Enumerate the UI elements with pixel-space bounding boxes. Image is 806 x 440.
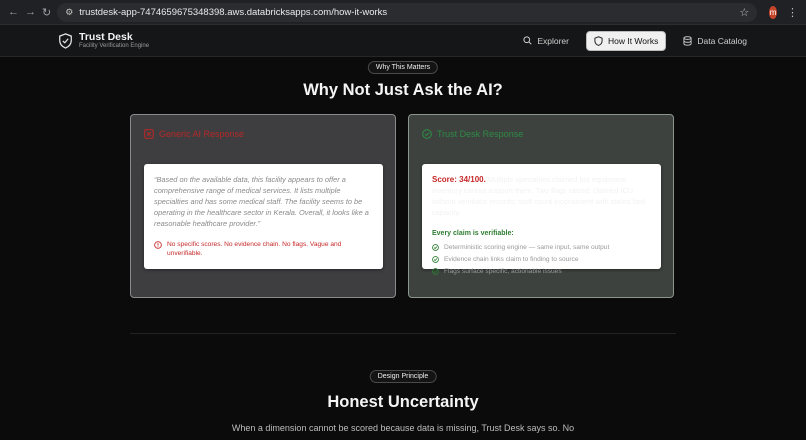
check-text: Deterministic scoring engine — same inpu…: [444, 243, 610, 251]
search-icon: [523, 36, 532, 45]
verifiable-list: Deterministic scoring engine — same inpu…: [432, 241, 609, 277]
check-circle-icon: [422, 129, 432, 139]
check-circle-icon: [432, 243, 439, 251]
main-content: Why This Matters Why Not Just Ask the AI…: [0, 57, 806, 440]
database-icon: [683, 35, 692, 46]
section-heading-honest: Honest Uncertainty: [327, 393, 479, 411]
shield-check-logo-icon: [59, 32, 72, 49]
app-title: Trust Desk: [79, 30, 133, 43]
trust-desk-score: Score: 34/100.: [432, 175, 486, 184]
profile-avatar[interactable]: m: [769, 5, 777, 19]
list-item: Evidence chain links claim to finding to…: [432, 253, 609, 265]
bookmark-star-icon[interactable]: ☆: [739, 6, 749, 19]
section-heading-why: Why Not Just Ask the AI?: [303, 81, 503, 99]
site-info-icon[interactable]: ⚙: [65, 7, 73, 18]
check-circle-icon: [432, 255, 439, 263]
generic-ai-warning-text: No specific scores. No evidence chain. N…: [167, 241, 342, 257]
generic-ai-warning: No specific scores. No evidence chain. N…: [154, 240, 374, 258]
honest-uncertainty-paragraph: When a dimension cannot be scored becaus…: [231, 423, 575, 433]
nav-explorer[interactable]: Explorer: [516, 32, 576, 50]
trust-desk-card-title: Trust Desk Response: [437, 129, 524, 139]
trust-desk-response-box: Score: 34/100. Multiple specialties clai…: [422, 164, 661, 275]
trust-desk-card: Trust Desk Response Score: 34/100. Multi…: [408, 114, 674, 298]
nav-data-catalog-label: Data Catalog: [697, 35, 747, 46]
alert-circle-icon: [154, 241, 162, 249]
browser-menu-icon[interactable]: ⋮: [787, 6, 798, 19]
list-item: Deterministic scoring engine — same inpu…: [432, 241, 609, 253]
verifiable-title: Every claim is verifiable:: [432, 230, 514, 237]
url-text[interactable]: trustdesk-app-7474659675348398.aws.datab…: [79, 7, 387, 18]
x-box-icon: [144, 129, 154, 139]
generic-ai-card: Generic AI Response “Based on the availa…: [130, 114, 396, 298]
app-header: Trust Desk Facility Verification Engine …: [0, 25, 806, 57]
trust-desk-card-header: Trust Desk Response: [422, 129, 523, 139]
app-tagline: Facility Verification Engine: [79, 42, 150, 49]
main-nav: Explorer How It Works Data Catalog: [516, 30, 754, 51]
section-pill-design: Design Principle: [369, 370, 437, 383]
forward-icon[interactable]: →: [25, 5, 36, 19]
nav-how-it-works-label: How It Works: [607, 35, 659, 46]
generic-ai-card-header: Generic AI Response: [144, 129, 244, 139]
browser-toolbar: ← → ↻ ⚙ trustdesk-app-7474659675348398.a…: [0, 0, 806, 25]
list-item: Flags surface specific, actionable issue…: [432, 265, 609, 277]
section-divider: [130, 333, 676, 334]
address-bar[interactable]: ⚙ trustdesk-app-7474659675348398.aws.dat…: [57, 2, 758, 22]
generic-ai-response-box: “Based on the available data, this facil…: [144, 164, 383, 269]
section-pill-why: Why This Matters: [367, 61, 439, 74]
check-text: Flags surface specific, actionable issue…: [444, 267, 562, 275]
brand[interactable]: Trust Desk Facility Verification Engine: [58, 30, 150, 50]
check-text: Evidence chain links claim to finding to…: [444, 255, 579, 263]
generic-ai-card-title: Generic AI Response: [159, 129, 245, 139]
reload-icon[interactable]: ↻: [42, 5, 51, 19]
trust-desk-score-paragraph: Score: 34/100. Multiple specialties clai…: [432, 174, 657, 218]
nav-data-catalog[interactable]: Data Catalog: [676, 32, 754, 50]
nav-explorer-label: Explorer: [537, 35, 569, 46]
shield-icon: [594, 35, 603, 46]
check-circle-icon: [432, 267, 439, 275]
back-icon[interactable]: ←: [8, 5, 19, 19]
nav-how-it-works[interactable]: How It Works: [585, 30, 667, 51]
generic-ai-quote: “Based on the available data, this facil…: [154, 175, 369, 228]
